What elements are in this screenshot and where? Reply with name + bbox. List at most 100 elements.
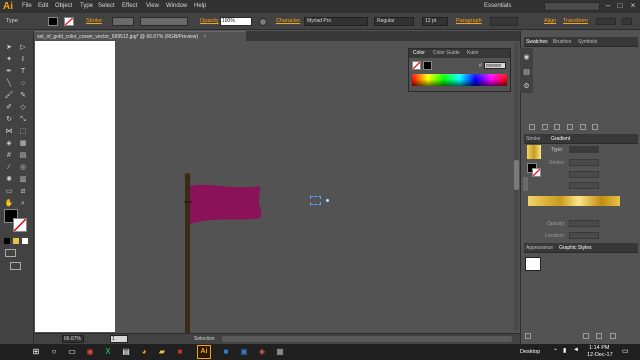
- pen-tool-icon[interactable]: ✒: [3, 67, 15, 77]
- artboard-number-field[interactable]: 1: [110, 335, 128, 343]
- search-input[interactable]: [544, 2, 600, 11]
- workspace-switcher[interactable]: Essentials: [484, 3, 511, 9]
- tab-kuler[interactable]: Kuler: [467, 50, 479, 56]
- close-icon[interactable]: ×: [627, 1, 639, 11]
- style-libraries-icon[interactable]: [525, 333, 531, 339]
- gradient-mode-icon[interactable]: [13, 238, 19, 244]
- panel-menu-icon[interactable]: [622, 18, 632, 25]
- photos-icon[interactable]: ▣: [238, 346, 250, 358]
- pencil-tool-icon[interactable]: ✎: [17, 91, 29, 101]
- settings-icon[interactable]: ⚙: [522, 82, 531, 90]
- color-spectrum[interactable]: [412, 74, 507, 86]
- show-kinds-icon[interactable]: [541, 124, 548, 130]
- cp-stroke-swatch[interactable]: [412, 61, 421, 70]
- align-link[interactable]: Align: [544, 18, 556, 24]
- gradient-location-field[interactable]: [569, 232, 599, 239]
- cp-fill-swatch[interactable]: [423, 61, 432, 70]
- flag-illustration[interactable]: [180, 172, 270, 336]
- ellipse-tool-icon[interactable]: ○: [17, 79, 29, 89]
- gradient-aspect-field[interactable]: [569, 182, 599, 189]
- tab-symbols[interactable]: Symbols: [578, 39, 597, 45]
- character-link[interactable]: Character: [276, 18, 300, 24]
- delete-swatch-icon[interactable]: [592, 124, 599, 130]
- menu-effect[interactable]: Effect: [122, 3, 137, 9]
- gradient-preview[interactable]: [527, 145, 541, 159]
- font-size-select[interactable]: 12 pt: [422, 17, 448, 26]
- maximize-icon[interactable]: □: [614, 1, 626, 11]
- screen-mode-icon[interactable]: [10, 262, 21, 270]
- eyedropper-tool-icon[interactable]: ⁄: [3, 163, 15, 173]
- network-icon[interactable]: ▮: [563, 347, 566, 354]
- slice-tool-icon[interactable]: ⧄: [17, 187, 29, 197]
- gradient-angle-field[interactable]: [569, 171, 599, 178]
- selection-tool-icon[interactable]: ➤: [3, 43, 15, 53]
- direct-selection-tool-icon[interactable]: ▷: [17, 43, 29, 53]
- stroke-weight-field[interactable]: [112, 17, 134, 26]
- color-mode-icon[interactable]: [4, 238, 10, 244]
- app-gray-icon[interactable]: ▦: [274, 346, 286, 358]
- menu-help[interactable]: Help: [194, 3, 206, 9]
- paintbrush-tool-icon[interactable]: 🖌: [3, 91, 15, 101]
- free-transform-tool-icon[interactable]: ⬚: [17, 127, 29, 137]
- zoom-tool-icon[interactable]: ⌕: [17, 199, 29, 209]
- minimize-icon[interactable]: –: [602, 1, 614, 11]
- align-buttons[interactable]: [490, 17, 518, 26]
- word-icon[interactable]: ■: [220, 346, 232, 358]
- illustrator-taskbar-icon[interactable]: Ai: [197, 345, 211, 359]
- menu-edit[interactable]: Edit: [38, 3, 48, 9]
- symbol-sprayer-tool-icon[interactable]: ✺: [3, 175, 15, 185]
- stroke-swatch[interactable]: [64, 17, 74, 26]
- scale-tool-icon[interactable]: ⤡: [17, 115, 29, 125]
- tab-stroke[interactable]: Stroke: [526, 136, 540, 142]
- gradient-tool-icon[interactable]: ▤: [17, 151, 29, 161]
- eraser-tool-icon[interactable]: ◇: [17, 103, 29, 113]
- font-family-select[interactable]: Myriad Pro: [304, 17, 368, 26]
- anchor-point[interactable]: [326, 199, 329, 202]
- firefox-icon[interactable]: ◕: [138, 346, 150, 358]
- variable-width-profile[interactable]: [140, 17, 188, 26]
- stroke-link[interactable]: Stroke: [86, 18, 102, 24]
- tab-color-guide[interactable]: Color Guide: [433, 50, 460, 56]
- mesh-tool-icon[interactable]: #: [3, 151, 15, 161]
- menu-view[interactable]: View: [146, 3, 159, 9]
- desktop-toolbar-label[interactable]: Desktop: [520, 349, 540, 355]
- break-link-icon[interactable]: [582, 333, 589, 339]
- selection-bounding-box[interactable]: [310, 196, 321, 205]
- rotate-tool-icon[interactable]: ↻: [3, 115, 15, 125]
- blob-brush-tool-icon[interactable]: ✐: [3, 103, 15, 113]
- hand-tool-icon[interactable]: ✋: [3, 199, 15, 209]
- tray-chevron-icon[interactable]: ⌃: [553, 348, 558, 355]
- blend-tool-icon[interactable]: ◎: [17, 163, 29, 173]
- file-explorer-icon[interactable]: ▰: [156, 346, 168, 358]
- document-icon[interactable]: ▤: [522, 68, 531, 76]
- none-mode-icon[interactable]: [22, 238, 28, 244]
- type-tool-icon[interactable]: T: [17, 67, 29, 77]
- swatch-libraries-icon[interactable]: [529, 124, 535, 130]
- artboard-tool-icon[interactable]: ▭: [3, 187, 15, 197]
- zoom-field[interactable]: 66.67%: [62, 335, 84, 343]
- stroke-color-icon[interactable]: [13, 218, 27, 232]
- hex-input[interactable]: 000000: [484, 62, 506, 69]
- tab-graphic-styles[interactable]: Graphic Styles: [559, 245, 592, 251]
- tab-gradient[interactable]: Gradient: [551, 136, 570, 142]
- document-tab[interactable]: set_of_gold_color_crown_vector_599512.jp…: [34, 31, 246, 41]
- lasso-tool-icon[interactable]: ℓ: [17, 55, 29, 65]
- clock-time[interactable]: 1:14 PM: [589, 345, 609, 351]
- gradient-stroke-options[interactable]: [569, 159, 599, 166]
- menu-window[interactable]: Window: [166, 3, 187, 9]
- line-tool-icon[interactable]: ╲: [3, 79, 15, 89]
- reverse-gradient-icon[interactable]: [523, 177, 528, 191]
- horizontal-scrollbar[interactable]: [222, 336, 512, 342]
- gradient-slider[interactable]: [528, 196, 620, 206]
- store-icon[interactable]: ▤: [120, 346, 132, 358]
- opacity-link[interactable]: Opacity: [200, 18, 219, 24]
- clock-date[interactable]: 12-Dec-17: [587, 352, 613, 358]
- fill-swatch[interactable]: [48, 17, 58, 26]
- arrange-icon[interactable]: [596, 18, 616, 25]
- vertical-scroll-thumb[interactable]: [514, 160, 519, 190]
- tab-appearance[interactable]: Appearance: [526, 245, 553, 251]
- width-tool-icon[interactable]: ⋈: [3, 127, 15, 137]
- notification-icon[interactable]: ▭: [622, 347, 629, 355]
- chrome-icon[interactable]: ◉: [84, 346, 96, 358]
- task-view-icon[interactable]: ▭: [66, 346, 78, 358]
